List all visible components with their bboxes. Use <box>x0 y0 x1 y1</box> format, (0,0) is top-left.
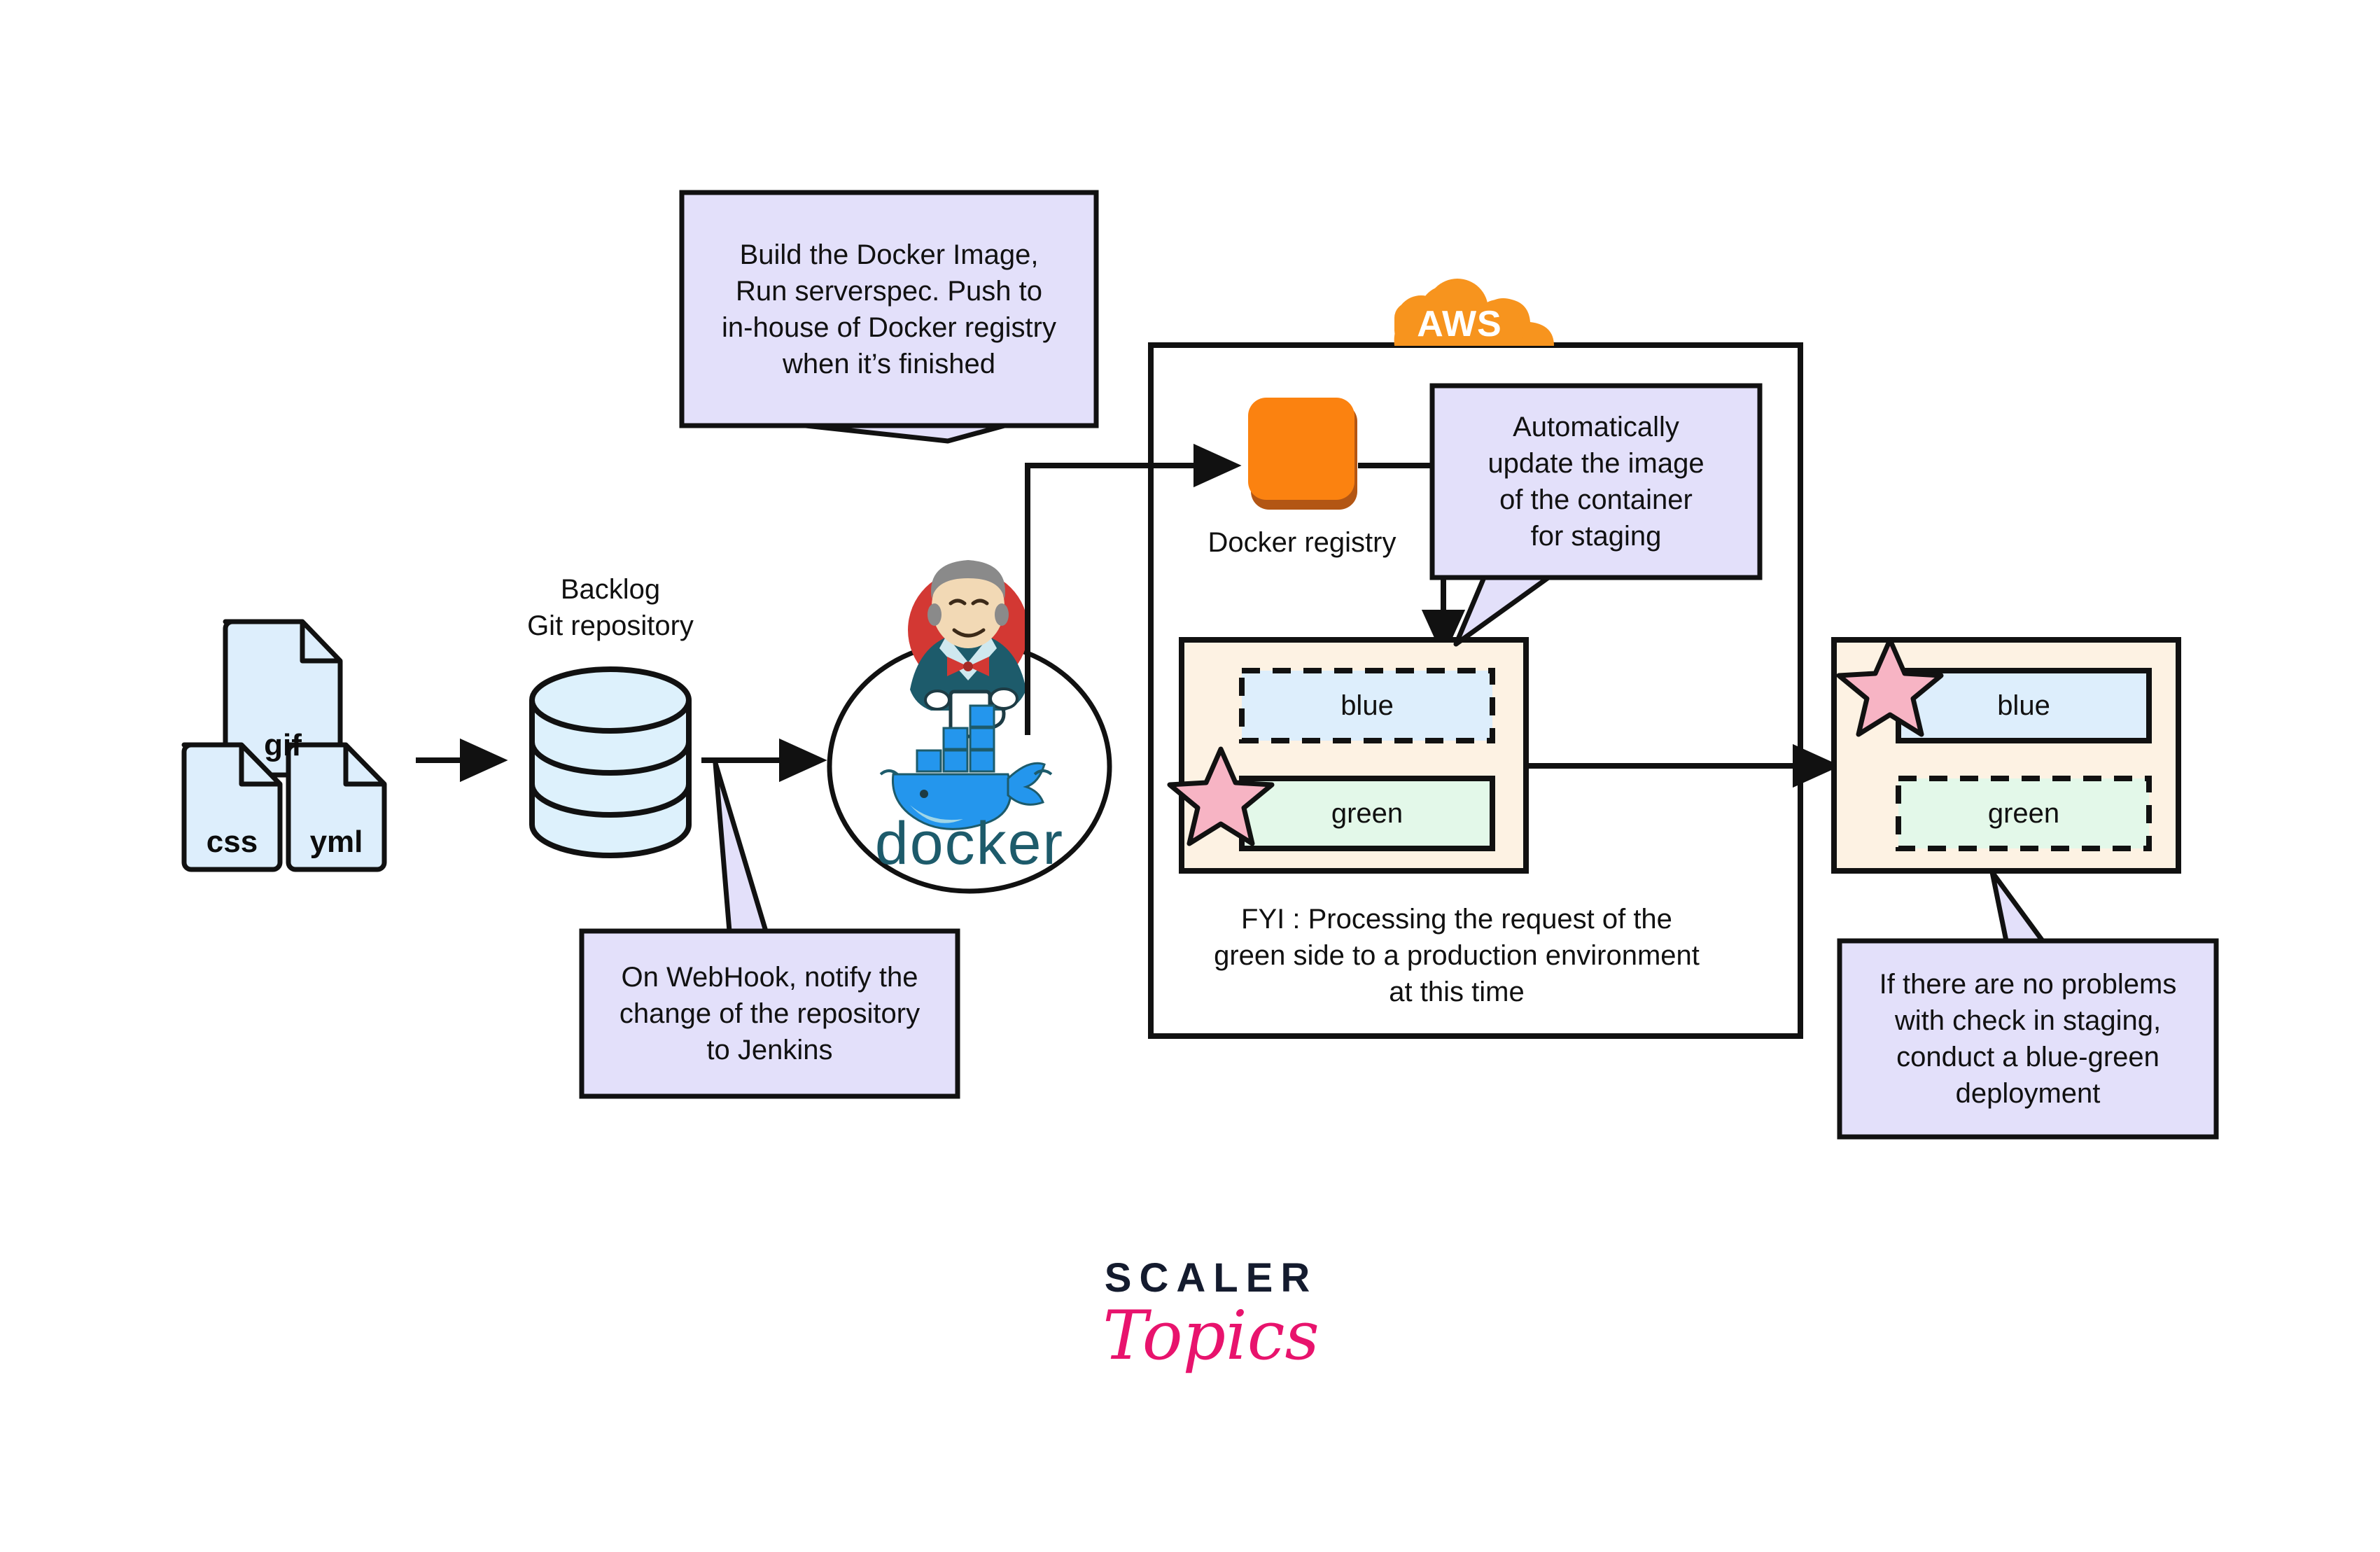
git-repository-label: Backlog Git repository <box>527 574 694 641</box>
staging-green-label: green <box>1331 797 1404 829</box>
production-blue-label: blue <box>1997 690 2050 721</box>
file-label-css: css <box>206 825 258 859</box>
diagram-canvas: gif css yml Backlog Git repository docke… <box>0 0 2380 1552</box>
staging-footnote: FYI : Processing the request of the gree… <box>1214 904 1700 1007</box>
file-label-gif: gif <box>264 728 302 762</box>
staging-blue-label: blue <box>1340 690 1394 721</box>
webhook-callout-text: On WebHook, notify the change of the rep… <box>619 962 920 1065</box>
docker-wordmark: docker <box>874 809 1065 877</box>
file-label-yml: yml <box>309 825 363 859</box>
docker-registry-icon <box>1248 398 1357 510</box>
update-image-callout-text: Automatically update the image of the co… <box>1488 412 1704 552</box>
docker-registry-label: Docker registry <box>1208 527 1396 558</box>
deployment-callout-text: If there are no problems with check in s… <box>1879 969 2177 1109</box>
build-callout-text: Build the Docker Image, Run serverspec. … <box>722 239 1056 379</box>
git-repository-cylinder <box>529 666 692 858</box>
production-green-label: green <box>1987 797 2060 829</box>
topics-wordmark: Topics <box>1102 1296 1320 1375</box>
aws-cloud-label: AWS <box>1417 304 1502 344</box>
